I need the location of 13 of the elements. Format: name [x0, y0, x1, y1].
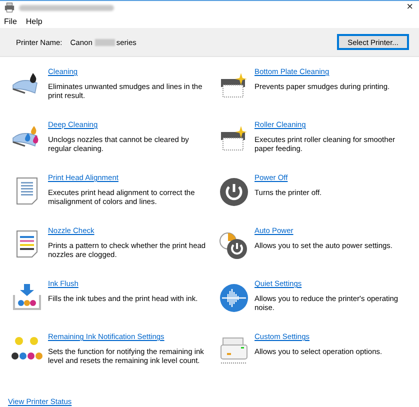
- printer-sparkle-icon: [218, 71, 248, 99]
- sound-wave-icon: [218, 283, 248, 313]
- ink-tray-arrow-icon: [12, 283, 42, 311]
- power-icon: [218, 177, 248, 207]
- printer-roller-sparkle-icon: [218, 124, 248, 152]
- timer-power-icon: [218, 230, 248, 260]
- close-button[interactable]: ×: [404, 2, 415, 13]
- alignment-sheet-icon: [16, 177, 38, 205]
- blurred-model: [95, 38, 116, 46]
- nozzle-pattern-sheet-icon: [16, 230, 38, 258]
- printer-icon: [218, 336, 248, 366]
- menu-item[interactable]: File: [4, 16, 17, 26]
- menu-item[interactable]: Help: [26, 16, 42, 26]
